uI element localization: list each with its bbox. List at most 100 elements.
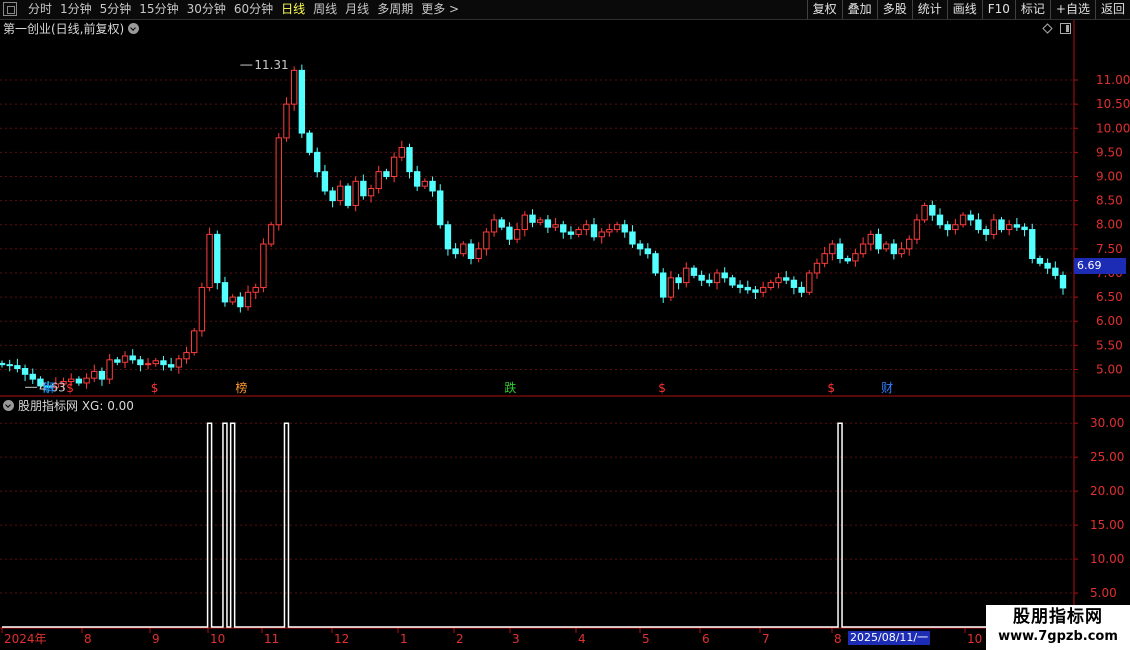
candle-body xyxy=(175,358,183,368)
candle-body xyxy=(698,274,705,281)
candle-body xyxy=(360,180,367,197)
price-tick-label: 8.00 xyxy=(1096,218,1123,232)
candle-body xyxy=(1013,224,1021,228)
candle-body xyxy=(621,224,628,233)
time-axis-label: 10 xyxy=(967,632,982,646)
candle-body xyxy=(475,248,482,260)
candle-body xyxy=(506,226,513,240)
watermark: 股朋指标网 www.7gpzb.com xyxy=(986,605,1130,650)
candle-body xyxy=(0,362,6,366)
candle-body xyxy=(267,224,275,245)
candle-body xyxy=(206,233,213,288)
candle-body xyxy=(744,286,751,291)
time-axis-label: 7 xyxy=(762,632,770,646)
time-axis-label: 8 xyxy=(834,632,842,646)
candle-body xyxy=(1036,258,1044,264)
time-axis-label: 5 xyxy=(642,632,650,646)
candle-body xyxy=(790,279,798,288)
candle-body xyxy=(967,214,974,221)
candle-body xyxy=(990,219,997,235)
candle-body xyxy=(913,219,921,240)
price-tick-label: 9.00 xyxy=(1096,169,1123,183)
indicator-tick-label: 15.00 xyxy=(1090,518,1124,532)
time-axis-label: 9 xyxy=(152,632,160,646)
candle-body xyxy=(759,286,767,293)
candle-body xyxy=(998,219,1005,231)
candle-body xyxy=(283,103,290,139)
candle-body xyxy=(867,233,874,245)
candle-body xyxy=(713,272,721,284)
candle-body xyxy=(244,291,252,308)
candle-body xyxy=(829,243,836,255)
candle-body xyxy=(413,171,421,187)
candle-body xyxy=(613,224,621,231)
candle-body xyxy=(437,190,444,226)
candle-body xyxy=(898,248,905,255)
candle-body xyxy=(398,147,405,158)
candle-body xyxy=(229,296,236,303)
time-axis-label: 12 xyxy=(334,632,349,646)
price-tick-label: 10.50 xyxy=(1096,97,1130,111)
candle-body xyxy=(736,284,744,288)
candle-body xyxy=(560,224,567,233)
time-axis-label: 4 xyxy=(578,632,586,646)
candle-body xyxy=(644,248,652,255)
signal-marker: 财 xyxy=(881,381,893,395)
signal-marker: 榜 xyxy=(235,380,247,395)
candle-body xyxy=(629,231,636,245)
indicator-tick-label: 30.00 xyxy=(1090,416,1124,430)
candle-body xyxy=(798,286,805,293)
candle-body xyxy=(275,137,282,226)
candle-body xyxy=(813,262,821,274)
candle-body xyxy=(882,243,890,250)
candle-body xyxy=(1021,226,1028,231)
candle-body xyxy=(290,69,298,105)
candle-body xyxy=(483,231,490,250)
candle-body xyxy=(729,277,736,286)
candle-body xyxy=(975,219,982,231)
candle-body xyxy=(375,171,382,190)
candle-body xyxy=(513,229,521,240)
candle-body xyxy=(421,180,429,187)
time-axis-label: 2024年 xyxy=(4,632,47,646)
candle-body xyxy=(544,219,552,228)
candle-body xyxy=(98,370,106,380)
candle-body xyxy=(21,368,29,375)
candle-body xyxy=(959,214,967,226)
candle-body xyxy=(129,355,136,361)
candle-body xyxy=(490,219,498,233)
candle-body xyxy=(652,253,659,274)
candle-body xyxy=(167,364,175,368)
candle-body xyxy=(936,214,944,226)
candle-body xyxy=(121,355,129,363)
candle-body xyxy=(836,243,844,260)
candle-body xyxy=(337,185,344,202)
time-axis-label: 2 xyxy=(456,632,464,646)
candle-body xyxy=(221,282,229,303)
candle-body xyxy=(1005,224,1013,231)
candle-body xyxy=(260,243,267,288)
candle-body xyxy=(536,219,544,223)
chart-canvas[interactable]: 5.005.506.006.507.007.508.008.509.009.50… xyxy=(0,0,1130,650)
candle-body xyxy=(1044,262,1051,269)
signal-marker: $ xyxy=(151,381,159,395)
candle-body xyxy=(191,330,198,354)
signal-marker: $ xyxy=(66,381,74,395)
candle-body xyxy=(298,69,306,134)
candle-body xyxy=(690,267,698,276)
candle-body xyxy=(590,224,598,238)
time-axis-label: 10 xyxy=(210,632,225,646)
price-tick-label: 6.00 xyxy=(1096,314,1123,328)
candle-body xyxy=(675,277,682,284)
candle-body xyxy=(214,233,221,284)
candle-body xyxy=(252,286,259,293)
candle-body xyxy=(406,147,413,173)
signal-marker: $ xyxy=(658,381,666,395)
candle-body xyxy=(152,360,159,365)
extreme-price-label: 11.31 xyxy=(254,58,288,72)
candle-body xyxy=(890,243,898,255)
candle-body xyxy=(583,224,590,231)
signal-marker: $ xyxy=(827,381,835,395)
candle-body xyxy=(567,231,575,235)
current-price-tag: 6.69 xyxy=(1074,258,1126,274)
